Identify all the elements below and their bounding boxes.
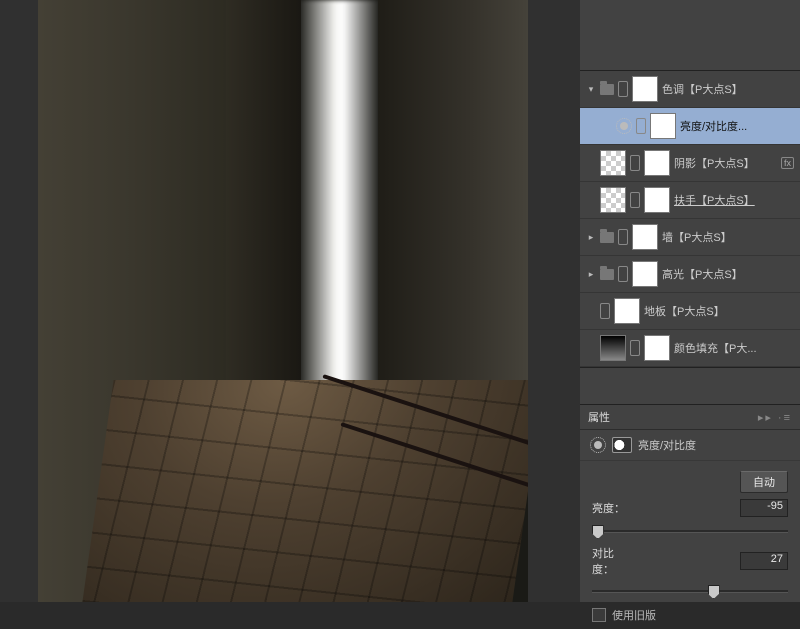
panels-column: ▾ 色调【P大点S】亮度/对比度... 阴影【P大点S】 fx 扶手【P大点S】 ▸ 墙【… [580,0,800,602]
layer-name[interactable]: 地板【P大点S】 [644,303,794,319]
layer-mask-thumb[interactable] [632,76,658,102]
brightness-contrast-icon [590,437,606,453]
adjustment-name: 亮度/对比度 [638,437,696,453]
scene-light-gap [298,0,380,385]
brightness-value[interactable]: -95 [740,499,788,517]
layer-mask-thumb[interactable] [644,150,670,176]
spacer [586,343,596,353]
layer-row[interactable]: 地板【P大点S】 [580,293,800,330]
link-icon [618,229,628,245]
twisty-closed-icon[interactable]: ▸ [586,269,596,279]
layer-row[interactable]: ▾ 色调【P大点S】 [580,71,800,108]
link-icon [630,340,640,356]
use-legacy-checkbox[interactable] [592,608,606,622]
layer-row[interactable]: ▸ 高光【P大点S】 [580,256,800,293]
document-canvas[interactable] [38,0,528,602]
layer-mask-thumb[interactable] [644,335,670,361]
use-legacy-label: 使用旧版 [612,607,656,623]
panel-menu-icon[interactable]: ▸▸ ·≡ [758,411,792,424]
brightness-slider-knob[interactable] [592,525,604,539]
layer-row[interactable]: 扶手【P大点S】 [580,182,800,219]
use-legacy-row[interactable]: 使用旧版 [592,607,788,623]
layer-mask-thumb[interactable] [650,113,676,139]
brightness-slider[interactable] [592,523,788,539]
link-icon [618,266,628,282]
properties-title: 属性 [588,409,610,425]
canvas-area [0,0,580,602]
layer-name[interactable]: 阴影【P大点S】 [674,155,777,171]
layer-name[interactable]: 亮度/对比度... [680,118,794,134]
layer-thumb[interactable] [600,335,626,361]
fx-badge[interactable]: fx [781,157,794,169]
properties-header[interactable]: 属性 ▸▸ ·≡ [580,405,800,430]
folder-icon [600,269,614,280]
layer-mask-thumb[interactable] [644,187,670,213]
layer-name[interactable]: 高光【P大点S】 [662,266,794,282]
spacer [602,121,612,131]
properties-body: 自动 亮度： -95 对比度： 27 [580,461,800,629]
adjustment-type-row: 亮度/对比度 [580,430,800,461]
link-icon [600,303,610,319]
folder-icon [600,84,614,95]
properties-panel: 属性 ▸▸ ·≡ 亮度/对比度 自动 亮度： -95 [580,404,800,602]
folder-icon [600,232,614,243]
spacer [586,195,596,205]
scene-floor [82,380,528,602]
layer-name[interactable]: 色调【P大点S】 [662,81,794,97]
brightness-contrast-icon [616,118,632,134]
layer-row[interactable]: 颜色填充【P大... [580,330,800,367]
contrast-slider-knob[interactable] [708,585,720,599]
contrast-label: 对比度： [592,545,634,577]
layer-name[interactable]: 扶手【P大点S】 [674,192,794,208]
link-icon [618,81,628,97]
twisty-closed-icon[interactable]: ▸ [586,232,596,242]
twisty-open-icon[interactable]: ▾ [586,84,596,94]
contrast-value[interactable]: 27 [740,552,788,570]
spacer [586,306,596,316]
layers-panel: ▾ 色调【P大点S】亮度/对比度... 阴影【P大点S】 fx 扶手【P大点S】 ▸ 墙【… [580,70,800,368]
scene-center-wall [226,0,301,395]
layer-mask-thumb[interactable] [632,224,658,250]
layer-thumb[interactable] [600,187,626,213]
brightness-label: 亮度： [592,500,634,516]
mask-thumb-icon[interactable] [612,437,632,453]
auto-button[interactable]: 自动 [740,471,788,493]
link-icon [630,192,640,208]
layer-row[interactable]: ▸ 墙【P大点S】 [580,219,800,256]
spacer [586,158,596,168]
layer-mask-thumb[interactable] [632,261,658,287]
layer-name[interactable]: 墙【P大点S】 [662,229,794,245]
layer-mask-thumb[interactable] [614,298,640,324]
layer-name[interactable]: 颜色填充【P大... [674,340,794,356]
layer-row[interactable]: 阴影【P大点S】 fx [580,145,800,182]
link-icon [636,118,646,134]
layer-thumb[interactable] [600,150,626,176]
link-icon [630,155,640,171]
contrast-slider[interactable] [592,583,788,599]
layer-row[interactable]: 亮度/对比度... [580,108,800,145]
